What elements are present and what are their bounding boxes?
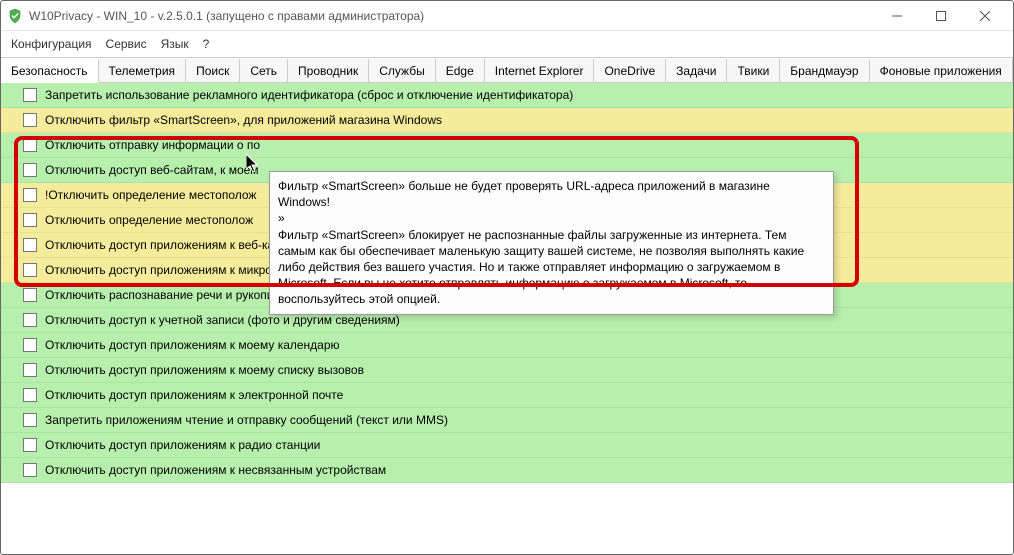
tab-telemetry[interactable]: Телеметрия bbox=[99, 59, 187, 83]
checkbox[interactable] bbox=[23, 263, 37, 277]
setting-label: Отключить доступ приложениям к радио ста… bbox=[45, 438, 320, 452]
tooltip-line: » bbox=[278, 210, 825, 226]
tab-tasks[interactable]: Задачи bbox=[666, 59, 727, 83]
checkbox[interactable] bbox=[23, 213, 37, 227]
tab-onedrive[interactable]: OneDrive bbox=[594, 59, 666, 83]
setting-row[interactable]: Отключить доступ приложениям к несвязанн… bbox=[1, 458, 1013, 483]
setting-label: Отключить фильтр «SmartScreen», для прил… bbox=[45, 113, 442, 127]
checkbox[interactable] bbox=[23, 238, 37, 252]
checkbox[interactable] bbox=[23, 413, 37, 427]
setting-label: Запретить приложениям чтение и отправку … bbox=[45, 413, 448, 427]
setting-row[interactable]: Отключить фильтр «SmartScreen», для прил… bbox=[1, 108, 1013, 133]
setting-label: Отключить доступ приложениям к моему кал… bbox=[45, 338, 340, 352]
checkbox[interactable] bbox=[23, 313, 37, 327]
setting-label: Отключить доступ к учетной записи (фото … bbox=[45, 313, 400, 327]
setting-label: !Отключить определение местополож bbox=[45, 188, 256, 202]
checkbox[interactable] bbox=[23, 338, 37, 352]
setting-row[interactable]: Запретить использование рекламного идент… bbox=[1, 83, 1013, 108]
tab-firewall[interactable]: Брандмауэр bbox=[780, 59, 869, 83]
tooltip-line: Фильтр «SmartScreen» больше не будет про… bbox=[278, 178, 825, 210]
tab-edge[interactable]: Edge bbox=[436, 59, 485, 83]
setting-label: Отключить доступ приложениям к микрофону bbox=[45, 263, 301, 277]
setting-row[interactable]: Отключить доступ приложениям к радио ста… bbox=[1, 433, 1013, 458]
setting-label: Отключить доступ веб-сайтам, к моем bbox=[45, 163, 259, 177]
app-window: W10Privacy - WIN_10 - v.2.5.0.1 (запущен… bbox=[0, 0, 1014, 555]
checkbox[interactable] bbox=[23, 163, 37, 177]
setting-label: Отключить доступ приложениям к электронн… bbox=[45, 388, 343, 402]
setting-label: Отключить определение местополож bbox=[45, 213, 253, 227]
menu-help[interactable]: ? bbox=[203, 37, 210, 51]
tab-services[interactable]: Службы bbox=[369, 59, 435, 83]
close-button[interactable] bbox=[963, 2, 1007, 30]
tooltip: Фильтр «SmartScreen» больше не будет про… bbox=[269, 171, 834, 315]
menubar: Конфигурация Сервис Язык ? bbox=[1, 31, 1013, 57]
tab-explorer[interactable]: Проводник bbox=[288, 59, 369, 83]
titlebar: W10Privacy - WIN_10 - v.2.5.0.1 (запущен… bbox=[1, 1, 1013, 31]
tab-ie[interactable]: Internet Explorer bbox=[485, 59, 595, 83]
checkbox[interactable] bbox=[23, 363, 37, 377]
window-title: W10Privacy - WIN_10 - v.2.5.0.1 (запущен… bbox=[29, 9, 875, 23]
shield-icon bbox=[7, 8, 23, 24]
setting-row[interactable]: Отключить доступ приложениям к моему кал… bbox=[1, 333, 1013, 358]
menu-language[interactable]: Язык bbox=[161, 37, 189, 51]
tab-tweaks[interactable]: Твики bbox=[727, 59, 780, 83]
setting-row[interactable]: Отключить доступ приложениям к электронн… bbox=[1, 383, 1013, 408]
setting-row[interactable]: Отключить отправку информации о по bbox=[1, 133, 1013, 158]
tab-bg-apps[interactable]: Фоновые приложения bbox=[870, 59, 1013, 83]
checkbox[interactable] bbox=[23, 188, 37, 202]
checkbox[interactable] bbox=[23, 438, 37, 452]
setting-label: Запретить использование рекламного идент… bbox=[45, 88, 573, 102]
setting-row[interactable]: Отключить доступ приложениям к моему спи… bbox=[1, 358, 1013, 383]
setting-label: Отключить доступ приложениям к веб-камер… bbox=[45, 238, 302, 252]
checkbox[interactable] bbox=[23, 113, 37, 127]
window-controls bbox=[875, 2, 1007, 30]
minimize-button[interactable] bbox=[875, 2, 919, 30]
checkbox[interactable] bbox=[23, 288, 37, 302]
setting-row[interactable]: Запретить приложениям чтение и отправку … bbox=[1, 408, 1013, 433]
tab-search[interactable]: Поиск bbox=[186, 59, 240, 83]
tab-network[interactable]: Сеть bbox=[240, 59, 288, 83]
checkbox[interactable] bbox=[23, 88, 37, 102]
checkbox[interactable] bbox=[23, 138, 37, 152]
maximize-button[interactable] bbox=[919, 2, 963, 30]
tabbar: Безопасность Телеметрия Поиск Сеть Прово… bbox=[1, 57, 1013, 83]
setting-label: Отключить доступ приложениям к несвязанн… bbox=[45, 463, 386, 477]
setting-label: Отключить отправку информации о по bbox=[45, 138, 260, 152]
menu-service[interactable]: Сервис bbox=[106, 37, 147, 51]
tab-security[interactable]: Безопасность bbox=[1, 59, 99, 83]
checkbox[interactable] bbox=[23, 388, 37, 402]
tooltip-line: Фильтр «SmartScreen» блокирует не распоз… bbox=[278, 227, 825, 308]
setting-label: Отключить доступ приложениям к моему спи… bbox=[45, 363, 364, 377]
menu-config[interactable]: Конфигурация bbox=[11, 37, 92, 51]
checkbox[interactable] bbox=[23, 463, 37, 477]
